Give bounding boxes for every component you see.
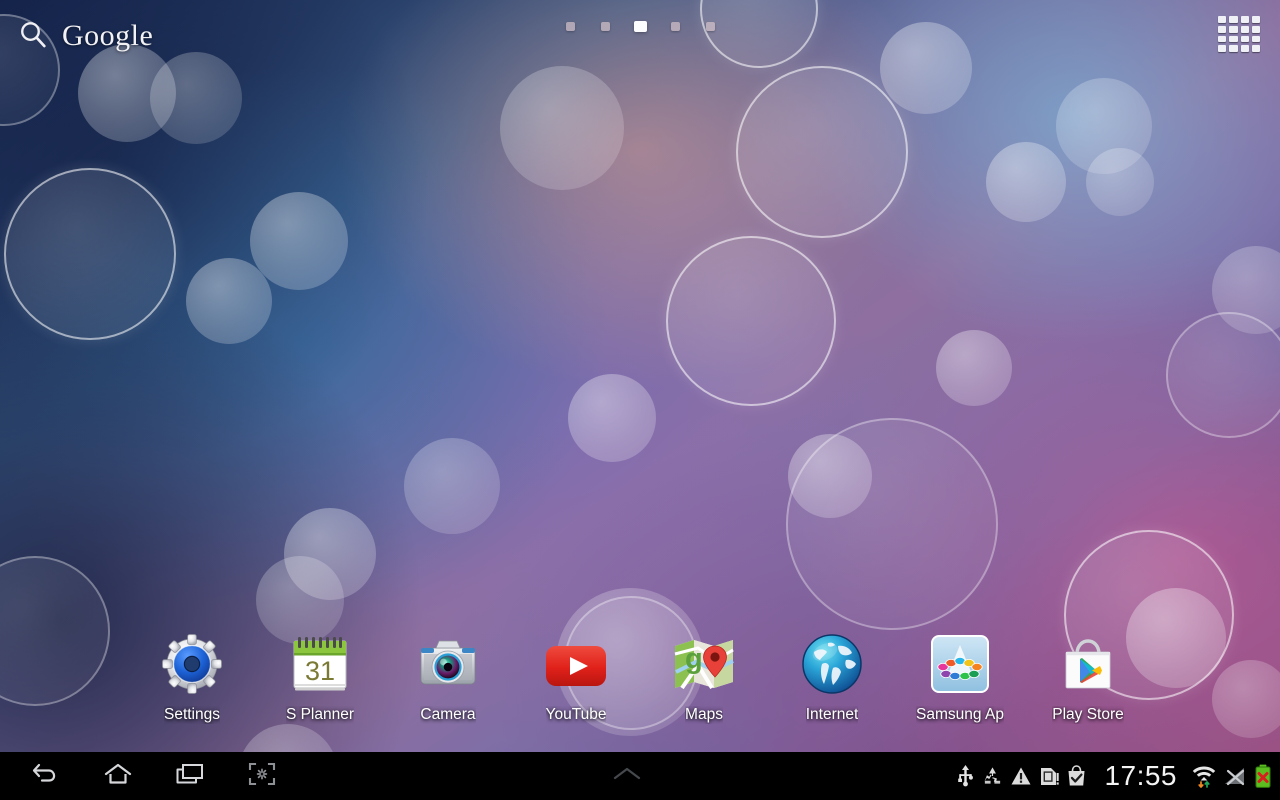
camera-icon — [416, 632, 480, 696]
page-dot-4[interactable] — [658, 22, 693, 31]
system-navigation-bar: 17:55 — [0, 752, 1280, 800]
app-label: YouTube — [545, 706, 607, 723]
svg-text:g: g — [685, 643, 703, 675]
calendar-icon: 31 — [288, 632, 352, 696]
screen-capture-icon — [247, 761, 277, 792]
app-label: S Planner — [285, 706, 355, 723]
wifi-transfer-icon — [1192, 763, 1216, 789]
app-icon-samsung-apps[interactable]: Samsung Ap — [896, 632, 1024, 724]
page-dot-5[interactable] — [693, 22, 728, 31]
home-app-row: Settings 31 S Planner Camera YouTube g M… — [0, 632, 1280, 732]
warning-triangle-icon — [1010, 765, 1032, 787]
page-indicator — [0, 21, 1280, 32]
calendar-date-number: 31 — [305, 656, 335, 686]
google-search-widget[interactable]: Google — [10, 12, 161, 60]
app-label: Maps — [685, 706, 723, 723]
app-label: Samsung Ap — [916, 706, 1004, 723]
app-label: Camera — [420, 706, 476, 723]
app-label: Internet — [805, 706, 859, 723]
usb-icon — [956, 765, 975, 787]
maps-icon: g — [672, 632, 736, 696]
app-label: Settings — [163, 706, 220, 723]
apps-grid-icon[interactable] — [1216, 14, 1262, 54]
app-icon-play-store[interactable]: Play Store — [1024, 632, 1152, 724]
sd-card-alert-icon — [1039, 765, 1060, 787]
app-icon-youtube[interactable]: YouTube — [512, 632, 640, 724]
nav-buttons — [0, 752, 298, 800]
battery-error-icon — [1254, 764, 1272, 788]
screenshot-button[interactable] — [226, 752, 298, 800]
settings-gear-icon — [160, 632, 224, 696]
app-icon-settings[interactable]: Settings — [128, 632, 256, 724]
page-dot-2[interactable] — [588, 22, 623, 31]
app-icon-maps[interactable]: g Maps — [640, 632, 768, 724]
expand-system-bar-button[interactable] — [587, 752, 667, 800]
android-home-screen: Google Settings 31 S Planner Camera YouT… — [0, 0, 1280, 800]
status-clock[interactable]: 17:55 — [1104, 760, 1177, 792]
youtube-icon — [544, 632, 608, 696]
back-arrow-icon — [31, 761, 61, 792]
samsung-apps-icon — [928, 632, 992, 696]
back-button[interactable] — [10, 752, 82, 800]
recycle-icon — [982, 765, 1003, 787]
signal-off-icon — [1223, 765, 1247, 787]
app-icon-camera[interactable]: Camera — [384, 632, 512, 724]
page-dot-1[interactable] — [553, 22, 588, 31]
page-dot-3[interactable] — [623, 21, 658, 32]
chevron-up-icon — [610, 764, 644, 789]
recent-apps-button[interactable] — [154, 752, 226, 800]
play-store-icon — [1056, 632, 1120, 696]
recent-apps-icon — [174, 761, 206, 792]
status-bar[interactable]: 17:55 — [956, 760, 1280, 792]
home-icon — [103, 761, 133, 792]
app-icon-internet[interactable]: Internet — [768, 632, 896, 724]
app-icon-s-planner[interactable]: 31 S Planner — [256, 632, 384, 724]
shopping-bag-check-icon — [1066, 765, 1087, 787]
globe-icon — [800, 632, 864, 696]
app-label: Play Store — [1052, 706, 1124, 723]
home-button[interactable] — [82, 752, 154, 800]
